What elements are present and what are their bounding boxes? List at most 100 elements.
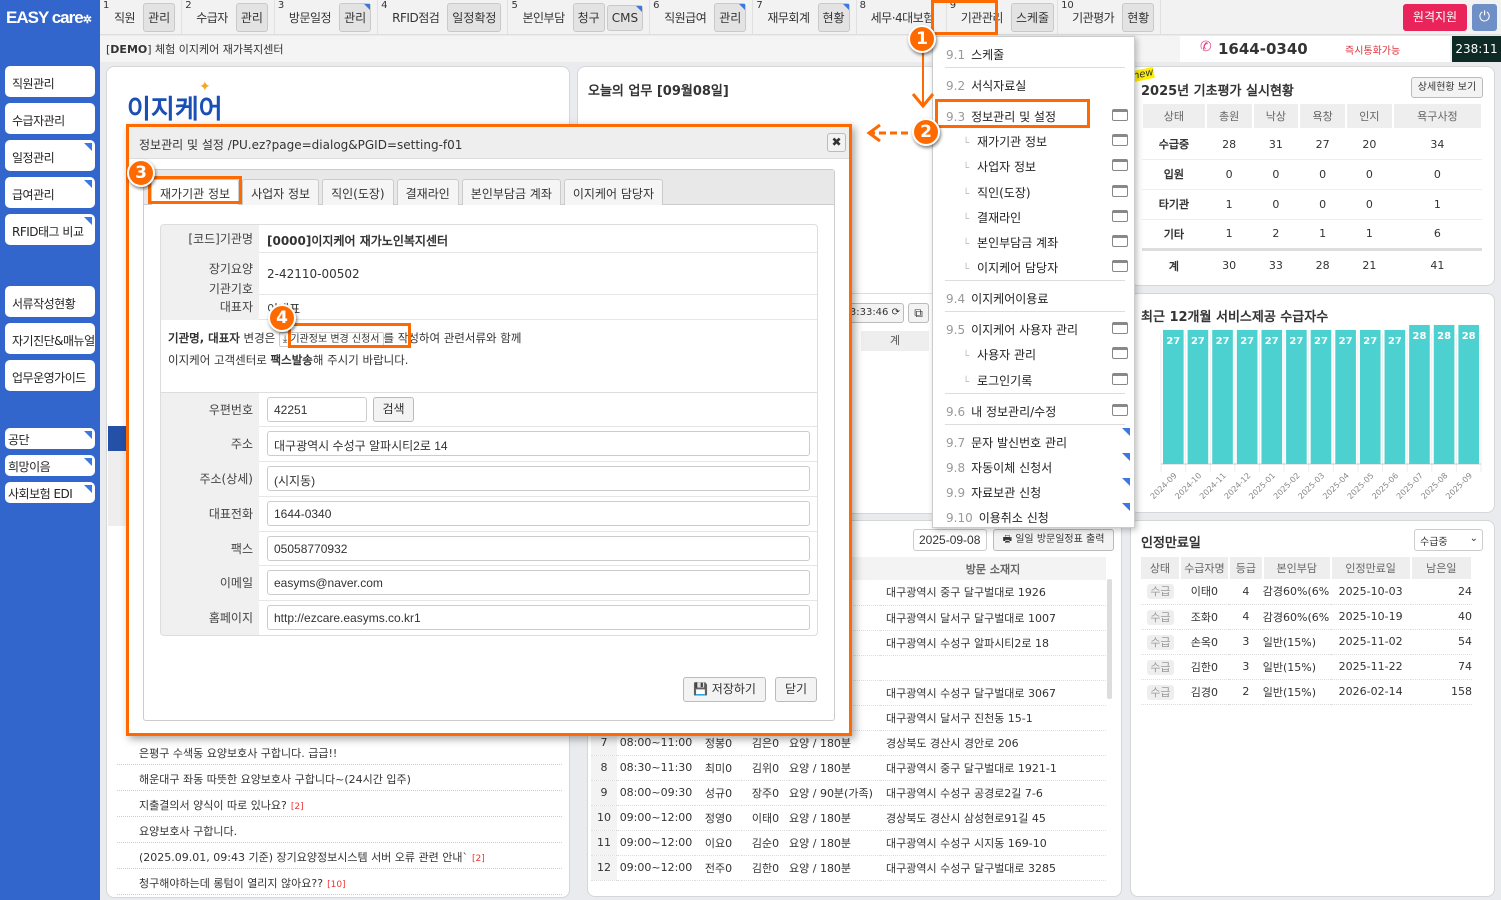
zip-input[interactable]: 42251: [267, 397, 367, 422]
post-item[interactable]: 은평구 수색동 요양보호사 구합니다. 급급!!: [117, 739, 562, 765]
nav-label[interactable]: 직원: [114, 9, 136, 26]
nav-button[interactable]: 현황: [1122, 3, 1155, 32]
tab[interactable]: 직인(도장): [322, 179, 394, 205]
status-filter-select[interactable]: 수급중 ⌄: [1414, 529, 1483, 551]
nav-label[interactable]: 재무회계: [767, 9, 810, 26]
menu-item[interactable]: 9.9 자료보관 신청: [946, 484, 1126, 501]
schedule-row[interactable]: 10 09:00~12:00 정영0 이태0 요양 / 180분 경상북도 경산시 삼성현…: [591, 805, 1106, 831]
bar[interactable]: [1261, 329, 1283, 464]
bar[interactable]: [1458, 324, 1479, 464]
popup-window-icon[interactable]: [1112, 235, 1128, 247]
nav-button[interactable]: 일정확정: [447, 3, 502, 32]
cast-icon[interactable]: ⧉: [908, 303, 929, 323]
nav-label[interactable]: 기관평가: [1072, 9, 1115, 26]
nav-button[interactable]: CMS: [606, 4, 644, 31]
sidebar-item[interactable]: 직원관리: [5, 66, 95, 97]
addr2-input[interactable]: (시지동): [267, 466, 810, 491]
expiry-row[interactable]: 수급 김경0 2 일반(15%) 2026-02-14 158: [1141, 679, 1472, 705]
bar[interactable]: [1409, 324, 1430, 464]
tel-input[interactable]: 1644-0340: [267, 501, 810, 526]
nav-label[interactable]: RFID점검: [392, 9, 440, 26]
nav-button[interactable]: 스케줄: [1010, 3, 1055, 32]
menu-item[interactable]: 9.7 문자 발신번호 관리: [946, 434, 1126, 451]
nav-label[interactable]: 수급자: [196, 9, 228, 26]
bar[interactable]: [1310, 329, 1332, 464]
nav-label[interactable]: 본인부담: [522, 9, 565, 26]
popup-window-icon[interactable]: [1112, 134, 1128, 147]
email-input[interactable]: easyms@naver.com: [267, 570, 810, 595]
dialog-close-button[interactable]: 닫기: [775, 677, 817, 702]
nav-button[interactable]: 관리: [339, 3, 372, 32]
popup-window-icon[interactable]: [1112, 184, 1128, 197]
schedule-row[interactable]: 12 09:00~12:00 전주0 김한0 요양 / 180분 대구광역시 수성구 달구…: [591, 855, 1106, 881]
sidebar-eval-item[interactable]: 업무운영가이드: [5, 360, 95, 391]
post-item[interactable]: 해운대구 좌동 따뜻한 요양보호사 구합니다~(24시간 입주): [117, 765, 562, 791]
popup-window-icon[interactable]: [1112, 372, 1128, 385]
post-item[interactable]: 청구해야하는데 롱텀이 열리지 않아요?? [10]: [117, 869, 562, 895]
menu-item[interactable]: 9.4 이지케어이용료: [946, 290, 1126, 307]
sidebar-item[interactable]: 수급자관리: [5, 103, 95, 134]
sidebar-item[interactable]: 일정관리: [5, 140, 95, 171]
sidebar-eval-item[interactable]: 서류작성현황: [5, 286, 95, 317]
post-item[interactable]: 지출결의서 양식이 따로 있나요? [2]: [117, 791, 562, 817]
menu-item[interactable]: 9.2 서식자료실: [946, 77, 1126, 94]
sidebar-homepage-link[interactable]: 공단: [5, 428, 95, 449]
popup-window-icon[interactable]: [1112, 260, 1128, 273]
sidebar-item[interactable]: 급여관리: [5, 177, 95, 208]
popup-window-icon[interactable]: [1112, 209, 1128, 222]
popup-window-icon[interactable]: [1112, 347, 1128, 360]
bar[interactable]: [1212, 329, 1233, 464]
popup-window-icon[interactable]: [1112, 403, 1128, 416]
menu-item[interactable]: 9.6 내 정보관리/수정: [946, 403, 1126, 420]
nav-label[interactable]: 방문일정: [289, 9, 332, 26]
home-input[interactable]: http://ezcare.easyms.co.kr1: [267, 605, 810, 630]
nav-label[interactable]: 세무·4대보험: [871, 9, 935, 26]
sidebar-item[interactable]: RFID태그 비교: [5, 214, 95, 245]
tab[interactable]: 이지케어 담당자: [563, 179, 663, 205]
power-icon[interactable]: ⏻: [1472, 4, 1497, 31]
nav-button[interactable]: 현황: [817, 3, 850, 32]
expiry-row[interactable]: 수급 김한0 3 일반(15%) 2025-11-22 74: [1141, 654, 1472, 680]
addr-input[interactable]: 대구광역시 수성구 알파시티2로 14: [267, 431, 810, 456]
post-item[interactable]: (2025.09.01, 09:43 기준) 장기요양정보시스템 서버 오류 관…: [117, 843, 562, 869]
popup-window-icon[interactable]: [1112, 322, 1128, 335]
bar[interactable]: [1286, 329, 1307, 464]
post-item[interactable]: 요양보호사 구합니다.: [117, 817, 562, 843]
bar[interactable]: [1236, 329, 1258, 464]
bar[interactable]: [1359, 329, 1381, 464]
schedule-date-input[interactable]: 2025-09-08: [913, 529, 987, 551]
bar[interactable]: [1384, 329, 1406, 464]
tab[interactable]: 사업자 정보: [242, 179, 320, 205]
tab[interactable]: 결재라인: [396, 179, 459, 205]
easycare-logo[interactable]: EASY care✲: [0, 0, 100, 35]
sidebar-eval-item[interactable]: 자기진단&매뉴얼: [5, 323, 95, 354]
schedule-row[interactable]: 9 08:00~09:30 성규0 장주0 요양 / 90분(가족) 대구광역시 수성구 …: [591, 780, 1106, 806]
nav-button[interactable]: 관리: [235, 3, 268, 32]
expiry-row[interactable]: 수급 조화0 4 감경60%(6% 2025-10-19 40: [1141, 604, 1472, 630]
print-schedule-button[interactable]: 🖶 일일 방문일정표 출력: [993, 529, 1114, 551]
sidebar-homepage-link[interactable]: 사회보험 EDI: [5, 482, 95, 503]
menu-item[interactable]: 9.5 이지케어 사용자 관리: [946, 321, 1126, 338]
tab[interactable]: 본인부담금 계좌: [461, 179, 561, 205]
fax-input[interactable]: 05058770932: [267, 536, 810, 561]
bar[interactable]: [1433, 324, 1455, 464]
expiry-row[interactable]: 수급 손옥0 3 일반(15%) 2025-11-02 54: [1141, 629, 1472, 655]
nav-button[interactable]: 관리: [143, 3, 176, 32]
bar[interactable]: [1335, 329, 1356, 464]
menu-item[interactable]: 9.10 이용취소 신청: [946, 509, 1126, 526]
menu-item[interactable]: 9.8 자동이체 신청서: [946, 459, 1126, 476]
popup-window-icon[interactable]: [1112, 159, 1128, 172]
nav-button[interactable]: 청구: [572, 3, 605, 32]
bar[interactable]: [1187, 329, 1209, 464]
expiry-row[interactable]: 수급 이태0 4 감경60%(6% 2025-10-03 24: [1141, 579, 1472, 605]
sidebar-homepage-link[interactable]: 희망이음: [5, 455, 95, 476]
popup-window-icon[interactable]: [1112, 109, 1128, 121]
bar[interactable]: [1163, 329, 1184, 464]
save-button[interactable]: 💾 저장하기: [683, 677, 766, 702]
remote-support-button[interactable]: 원격지원: [1403, 4, 1467, 31]
menu-item[interactable]: 9.1 스케줄: [946, 46, 1126, 63]
schedule-row[interactable]: 11 09:00~12:00 이요0 김순0 요양 / 180분 대구광역시 수성구 시지…: [591, 830, 1106, 856]
close-icon[interactable]: ✖: [827, 133, 846, 152]
nav-label[interactable]: 직원급여: [664, 9, 707, 26]
scrollbar[interactable]: [1107, 579, 1112, 699]
